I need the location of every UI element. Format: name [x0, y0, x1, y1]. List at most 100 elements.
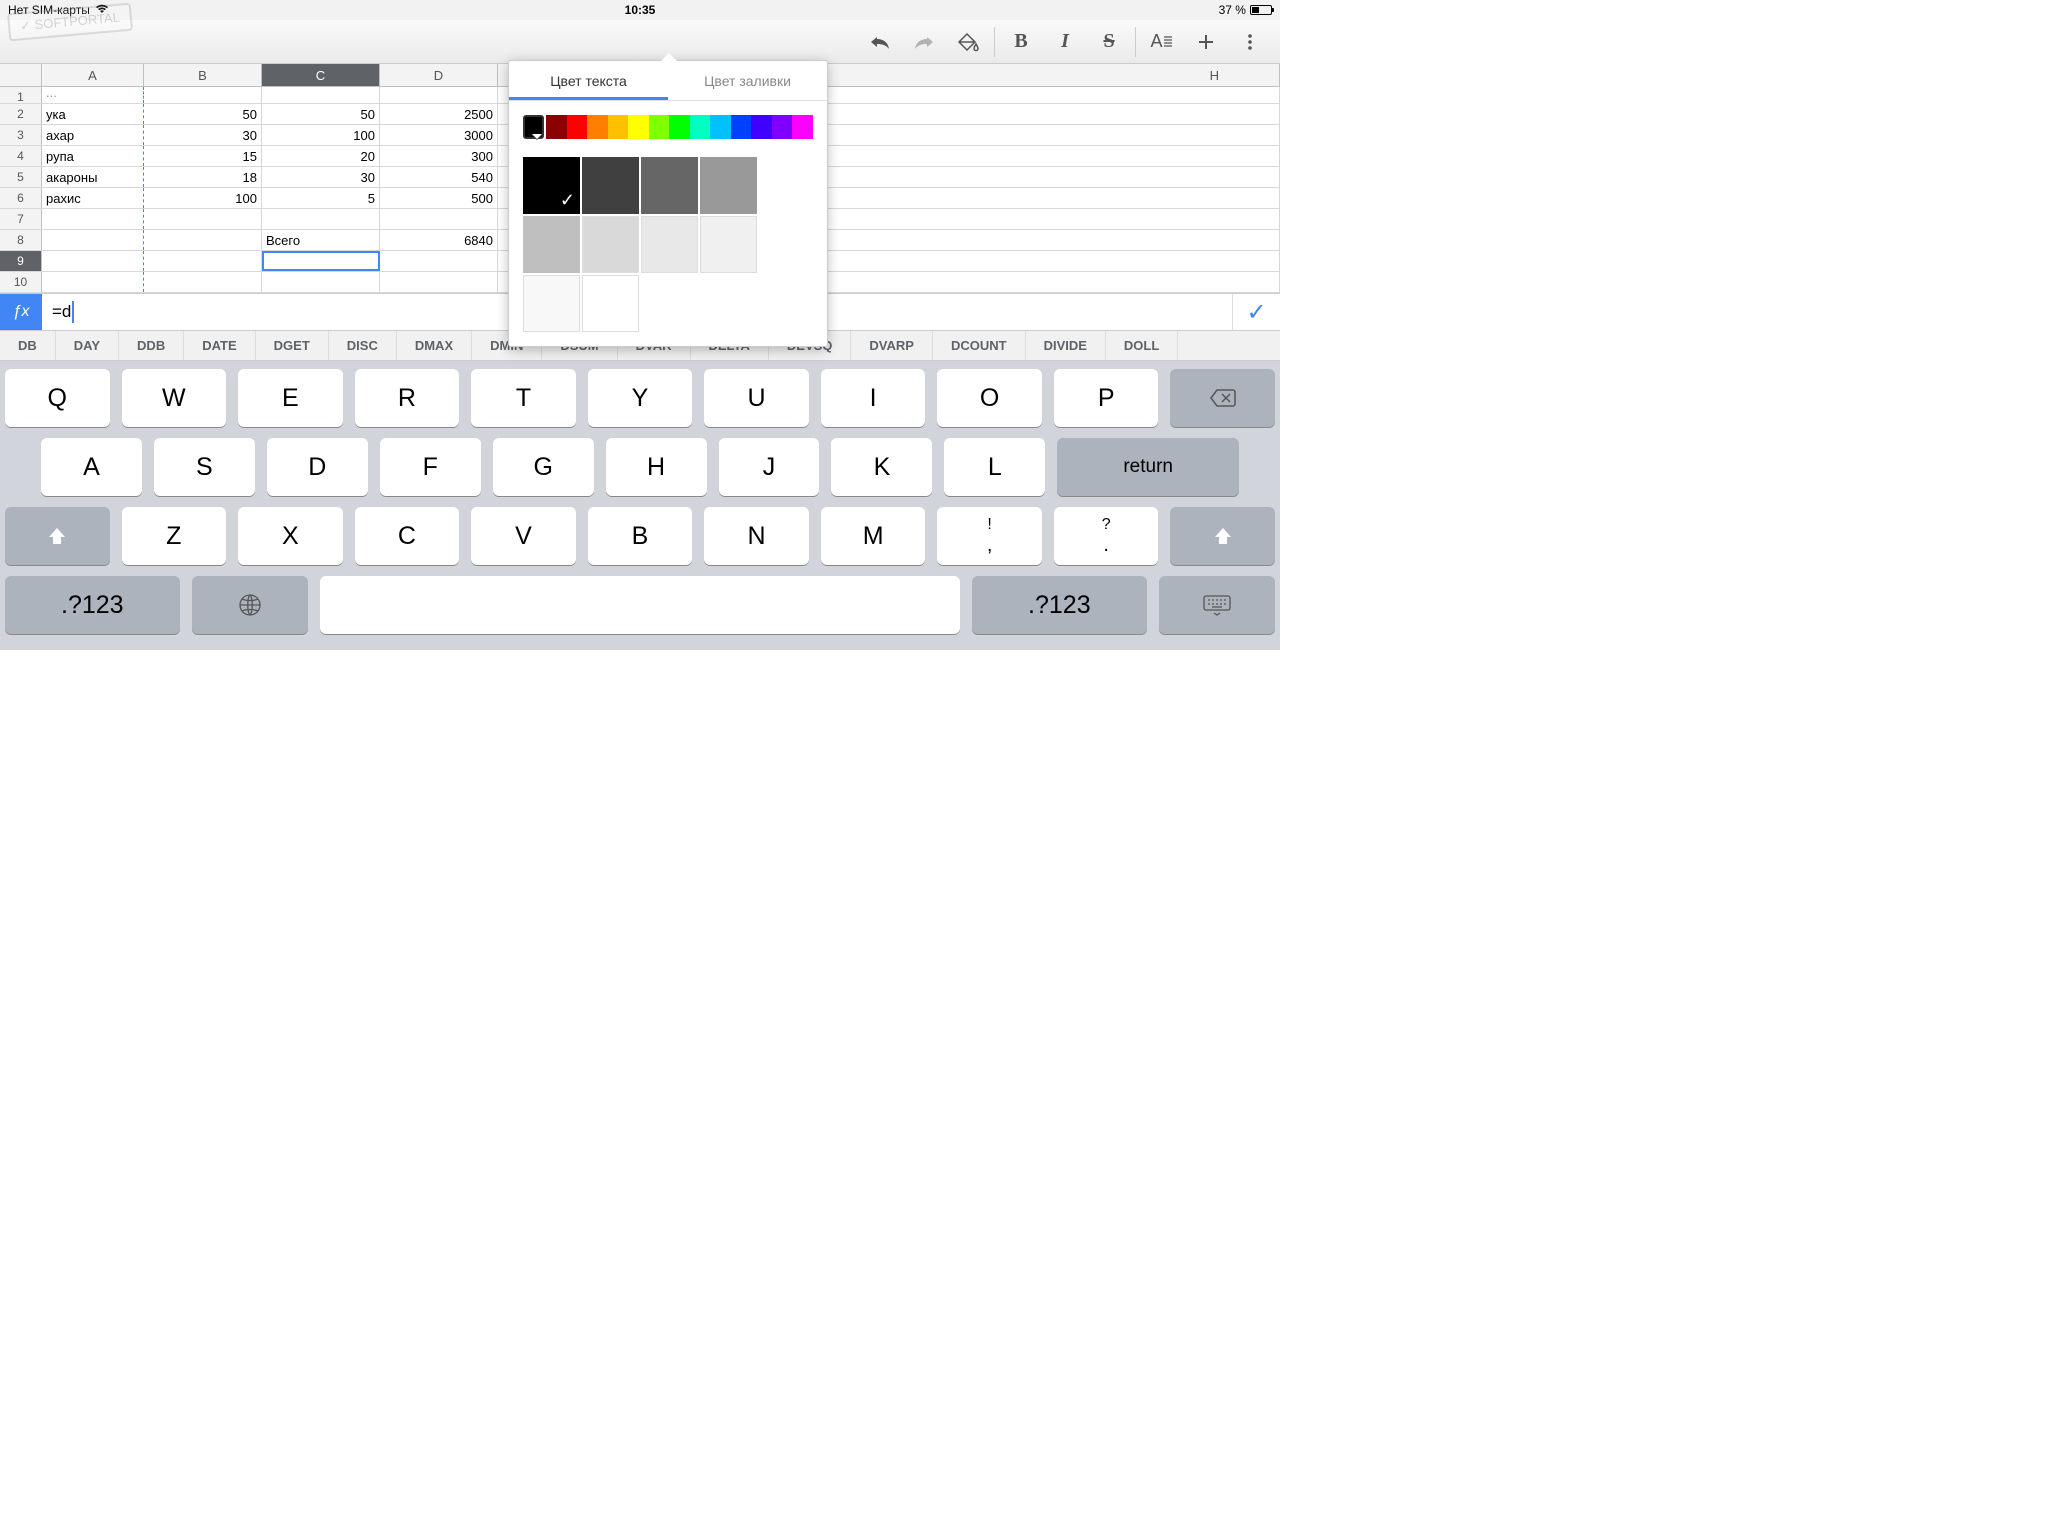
cell[interactable]: 100 — [262, 125, 380, 145]
color-swatch[interactable] — [587, 115, 608, 139]
row-header[interactable]: 6 — [0, 188, 42, 208]
col-header-a[interactable]: A — [42, 64, 144, 86]
cell[interactable]: 3000 — [380, 125, 498, 145]
gray-swatch[interactable] — [641, 157, 698, 214]
key-n[interactable]: N — [704, 507, 809, 565]
cell[interactable] — [380, 209, 498, 229]
suggestion-item[interactable]: DCOUNT — [933, 331, 1026, 360]
key-f[interactable]: F — [380, 438, 481, 496]
cell[interactable] — [262, 272, 380, 292]
cell[interactable]: 6840 — [380, 230, 498, 250]
gray-swatch[interactable] — [700, 216, 757, 273]
select-all-corner[interactable] — [0, 64, 42, 86]
key-i[interactable]: I — [821, 369, 926, 427]
row-header[interactable]: 2 — [0, 104, 42, 124]
fill-color-tab[interactable]: Цвет заливки — [668, 61, 827, 100]
cell[interactable]: ... — [42, 87, 144, 103]
strikethrough-button[interactable]: S — [1087, 20, 1131, 64]
key-w[interactable]: W — [122, 369, 227, 427]
cell[interactable] — [42, 230, 144, 250]
cell[interactable]: 20 — [262, 146, 380, 166]
gray-swatch[interactable] — [582, 275, 639, 332]
gray-swatch[interactable] — [582, 157, 639, 214]
cell[interactable]: 50 — [144, 104, 262, 124]
globe-key[interactable] — [192, 576, 308, 634]
cell[interactable] — [144, 87, 262, 103]
suggestion-item[interactable]: DATE — [184, 331, 255, 360]
key-x[interactable]: X — [238, 507, 343, 565]
row-header[interactable]: 9 — [0, 251, 42, 271]
period-key[interactable]: ?. — [1054, 507, 1159, 565]
cell[interactable]: 30 — [144, 125, 262, 145]
space-key[interactable] — [320, 576, 960, 634]
cell[interactable] — [42, 209, 144, 229]
shift-key[interactable] — [1170, 507, 1275, 565]
key-a[interactable]: A — [41, 438, 142, 496]
cell[interactable]: рахис — [42, 188, 144, 208]
key-b[interactable]: B — [588, 507, 693, 565]
key-q[interactable]: Q — [5, 369, 110, 427]
cell[interactable] — [262, 209, 380, 229]
gray-swatch[interactable]: ✓ — [523, 157, 580, 214]
key-l[interactable]: L — [944, 438, 1045, 496]
cell[interactable]: ахар — [42, 125, 144, 145]
key-m[interactable]: M — [821, 507, 926, 565]
gray-swatch[interactable] — [582, 216, 639, 273]
cell[interactable] — [42, 251, 144, 271]
cell[interactable]: 5 — [262, 188, 380, 208]
col-header-d[interactable]: D — [380, 64, 498, 86]
color-swatch[interactable] — [523, 115, 544, 139]
cell[interactable]: 540 — [380, 167, 498, 187]
key-h[interactable]: H — [606, 438, 707, 496]
suggestion-item[interactable]: DVARP — [851, 331, 933, 360]
cell[interactable]: 2500 — [380, 104, 498, 124]
color-swatch[interactable] — [731, 115, 752, 139]
suggestion-item[interactable]: DOLL — [1106, 331, 1178, 360]
cell[interactable] — [380, 272, 498, 292]
key-d[interactable]: D — [267, 438, 368, 496]
color-swatch[interactable] — [628, 115, 649, 139]
cell[interactable]: ука — [42, 104, 144, 124]
text-color-tab[interactable]: Цвет текста — [509, 61, 668, 100]
key-e[interactable]: E — [238, 369, 343, 427]
cell[interactable] — [42, 272, 144, 292]
color-swatch[interactable] — [772, 115, 793, 139]
cell[interactable] — [144, 251, 262, 271]
key-t[interactable]: T — [471, 369, 576, 427]
row-header[interactable]: 3 — [0, 125, 42, 145]
color-swatch[interactable] — [649, 115, 670, 139]
cell[interactable] — [144, 272, 262, 292]
numeric-key[interactable]: .?123 — [5, 576, 180, 634]
row-header[interactable]: 4 — [0, 146, 42, 166]
key-u[interactable]: U — [704, 369, 809, 427]
return-key[interactable]: return — [1057, 438, 1239, 496]
gray-swatch[interactable] — [523, 216, 580, 273]
suggestion-item[interactable]: DAY — [56, 331, 119, 360]
cell[interactable]: 300 — [380, 146, 498, 166]
key-c[interactable]: C — [355, 507, 460, 565]
color-swatch[interactable] — [751, 115, 772, 139]
col-header-b[interactable]: B — [144, 64, 262, 86]
cell[interactable]: 18 — [144, 167, 262, 187]
suggestion-item[interactable]: DIVIDE — [1026, 331, 1106, 360]
key-z[interactable]: Z — [122, 507, 227, 565]
cell[interactable] — [380, 87, 498, 103]
key-s[interactable]: S — [154, 438, 255, 496]
row-header[interactable]: 7 — [0, 209, 42, 229]
add-button[interactable] — [1184, 20, 1228, 64]
cell[interactable]: рупа — [42, 146, 144, 166]
bold-button[interactable]: B — [999, 20, 1043, 64]
key-g[interactable]: G — [493, 438, 594, 496]
numeric-key-2[interactable]: .?123 — [972, 576, 1147, 634]
italic-button[interactable]: I — [1043, 20, 1087, 64]
row-header[interactable]: 8 — [0, 230, 42, 250]
undo-button[interactable] — [858, 20, 902, 64]
shift-key[interactable] — [5, 507, 110, 565]
key-r[interactable]: R — [355, 369, 460, 427]
color-swatch[interactable] — [792, 115, 813, 139]
cell[interactable] — [262, 87, 380, 103]
cell[interactable] — [380, 251, 498, 271]
cell[interactable]: акароны — [42, 167, 144, 187]
key-k[interactable]: K — [831, 438, 932, 496]
color-swatch[interactable] — [608, 115, 629, 139]
